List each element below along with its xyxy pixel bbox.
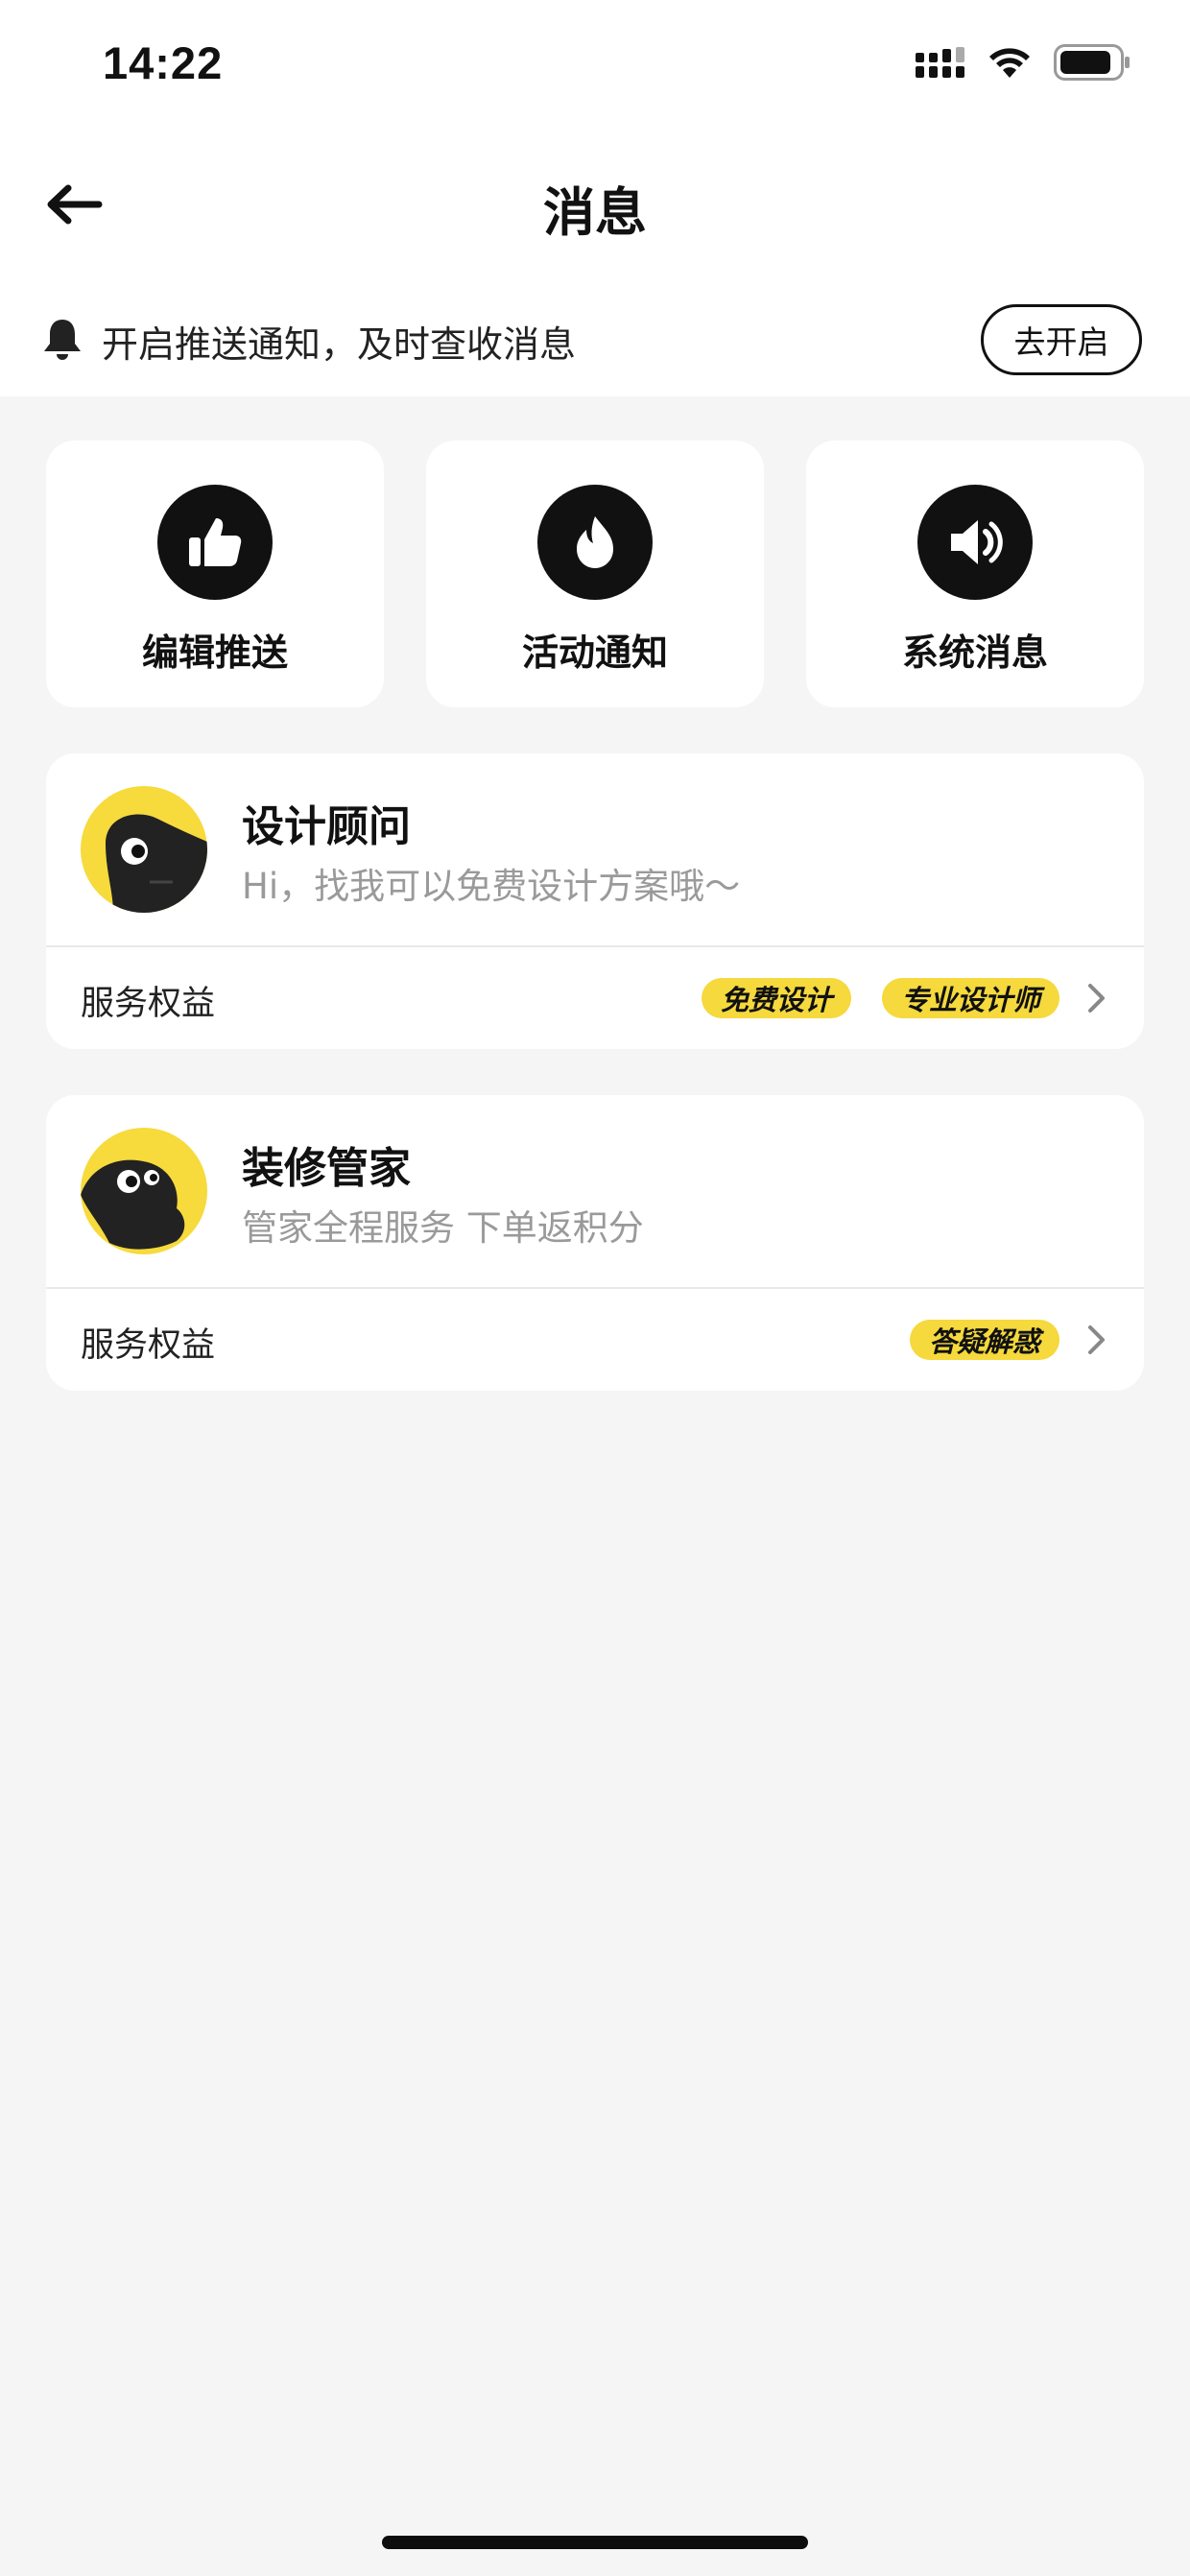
thumbs-up-icon	[157, 485, 273, 600]
home-indicator[interactable]	[382, 2536, 808, 2549]
benefit-tags: 答疑解惑	[909, 1320, 1059, 1360]
top-area: 14:22 消息 开启推送通知，及时查收消息 去开启	[0, 0, 1190, 396]
quick-actions: 编辑推送 活动通知 系统消息	[46, 441, 1144, 707]
benefit-tag: 答疑解惑	[909, 1320, 1059, 1360]
quick-action-label: 活动通知	[521, 632, 668, 674]
benefits-label: 服务权益	[81, 985, 216, 1023]
quick-action-edit-push[interactable]: 编辑推送	[46, 441, 384, 707]
status-icons	[916, 44, 1130, 81]
status-time: 14:22	[103, 37, 224, 88]
chevron-right-icon	[1088, 1325, 1105, 1354]
enable-push-button[interactable]: 去开启	[981, 304, 1142, 375]
quick-action-activity[interactable]: 活动通知	[426, 441, 764, 707]
service-benefits-row[interactable]: 服务权益 免费设计 专业设计师	[46, 947, 1144, 1049]
status-bar: 14:22	[0, 0, 1190, 130]
battery-icon	[1054, 44, 1130, 81]
benefit-tags: 免费设计 专业设计师	[701, 978, 1059, 1018]
service-name: 装修管家	[242, 1144, 411, 1193]
bell-icon	[44, 320, 81, 360]
flame-icon	[537, 485, 653, 600]
cellular-signal-icon	[916, 47, 964, 78]
service-description: 管家全程服务 下单返积分	[242, 1207, 644, 1249]
service-description: Hi，找我可以免费设计方案哦～	[242, 866, 741, 907]
push-notification-banner: 开启推送通知，及时查收消息 去开启	[0, 288, 1190, 396]
service-chat-entry[interactable]: 设计顾问 Hi，找我可以免费设计方案哦～	[46, 753, 1144, 945]
nav-bar: 消息	[0, 149, 1190, 259]
quick-action-label: 编辑推送	[141, 632, 288, 674]
speaker-icon	[917, 485, 1033, 600]
benefit-tag: 专业设计师	[881, 978, 1059, 1018]
quick-action-system[interactable]: 系统消息	[806, 441, 1144, 707]
service-card-design-consultant: 设计顾问 Hi，找我可以免费设计方案哦～ 服务权益 免费设计 专业设计师	[46, 753, 1144, 1049]
benefits-label: 服务权益	[81, 1326, 216, 1365]
quick-action-label: 系统消息	[901, 632, 1048, 674]
benefit-tag: 免费设计	[701, 978, 851, 1018]
avatar	[81, 786, 207, 913]
page-title: 消息	[543, 182, 647, 243]
push-banner-text: 开启推送通知，及时查收消息	[102, 323, 577, 366]
service-chat-entry[interactable]: 装修管家 管家全程服务 下单返积分	[46, 1095, 1144, 1287]
service-benefits-row[interactable]: 服务权益 答疑解惑	[46, 1289, 1144, 1391]
avatar	[81, 1128, 207, 1254]
service-name: 设计顾问	[242, 802, 411, 851]
service-card-renovation-butler: 装修管家 管家全程服务 下单返积分 服务权益 答疑解惑	[46, 1095, 1144, 1391]
chevron-right-icon	[1088, 984, 1105, 1013]
wifi-icon	[989, 48, 1030, 78]
